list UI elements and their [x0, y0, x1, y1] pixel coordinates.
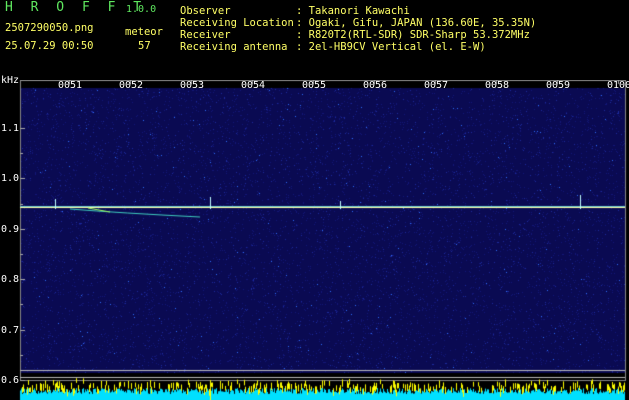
- location-label: Receiving Location: [180, 17, 294, 29]
- x-tick-label: 0052: [119, 80, 144, 91]
- app-title: H R O F F T: [5, 0, 147, 15]
- x-tick-label: 0059: [546, 80, 571, 91]
- header-panel: H R O F F T 1.0.0 2507290050.png 25.07.2…: [0, 0, 629, 80]
- y-tick-label: 0.6: [1, 375, 20, 386]
- x-tick-label: 0053: [180, 80, 205, 91]
- location-value: : Ogaki, Gifu, JAPAN (136.60E, 35.35N): [296, 17, 537, 29]
- y-tick-label: 1.0: [1, 173, 20, 185]
- counter-value: 57: [138, 40, 151, 52]
- y-tick-label: 0.7: [1, 324, 20, 336]
- x-tick-label: 0056: [363, 80, 388, 91]
- date-time: 25.07.29 00:50: [5, 40, 94, 52]
- antenna-value: : 2el-HB9CV Vertical (el. E-W): [296, 41, 486, 53]
- x-tick-label: 0054: [241, 80, 266, 91]
- y-tick-label: 0.9: [1, 223, 20, 235]
- antenna-label: Receiving antenna: [180, 41, 288, 53]
- observer-value: : Takanori Kawachi: [296, 5, 410, 17]
- x-tick-label: 0100: [607, 80, 629, 91]
- x-tick-label: 0058: [485, 80, 510, 91]
- receiver-label: Receiver: [180, 29, 231, 41]
- x-tick-label: 0051: [58, 80, 83, 91]
- spectrogram: [0, 80, 629, 400]
- counter-label: meteor: [125, 26, 163, 38]
- y-axis-unit: kHz: [1, 75, 20, 86]
- app-version: 1.0.0: [126, 4, 157, 15]
- file-name: 2507290050.png: [5, 22, 94, 34]
- observer-label: Observer: [180, 5, 231, 17]
- y-tick-label: 1.1: [1, 123, 20, 134]
- receiver-value: : R820T2(RTL-SDR) SDR-Sharp 53.372MHz: [296, 29, 530, 41]
- x-tick-label: 0055: [302, 80, 327, 91]
- y-tick-label: 0.8: [1, 274, 20, 286]
- x-tick-label: 0057: [424, 80, 449, 91]
